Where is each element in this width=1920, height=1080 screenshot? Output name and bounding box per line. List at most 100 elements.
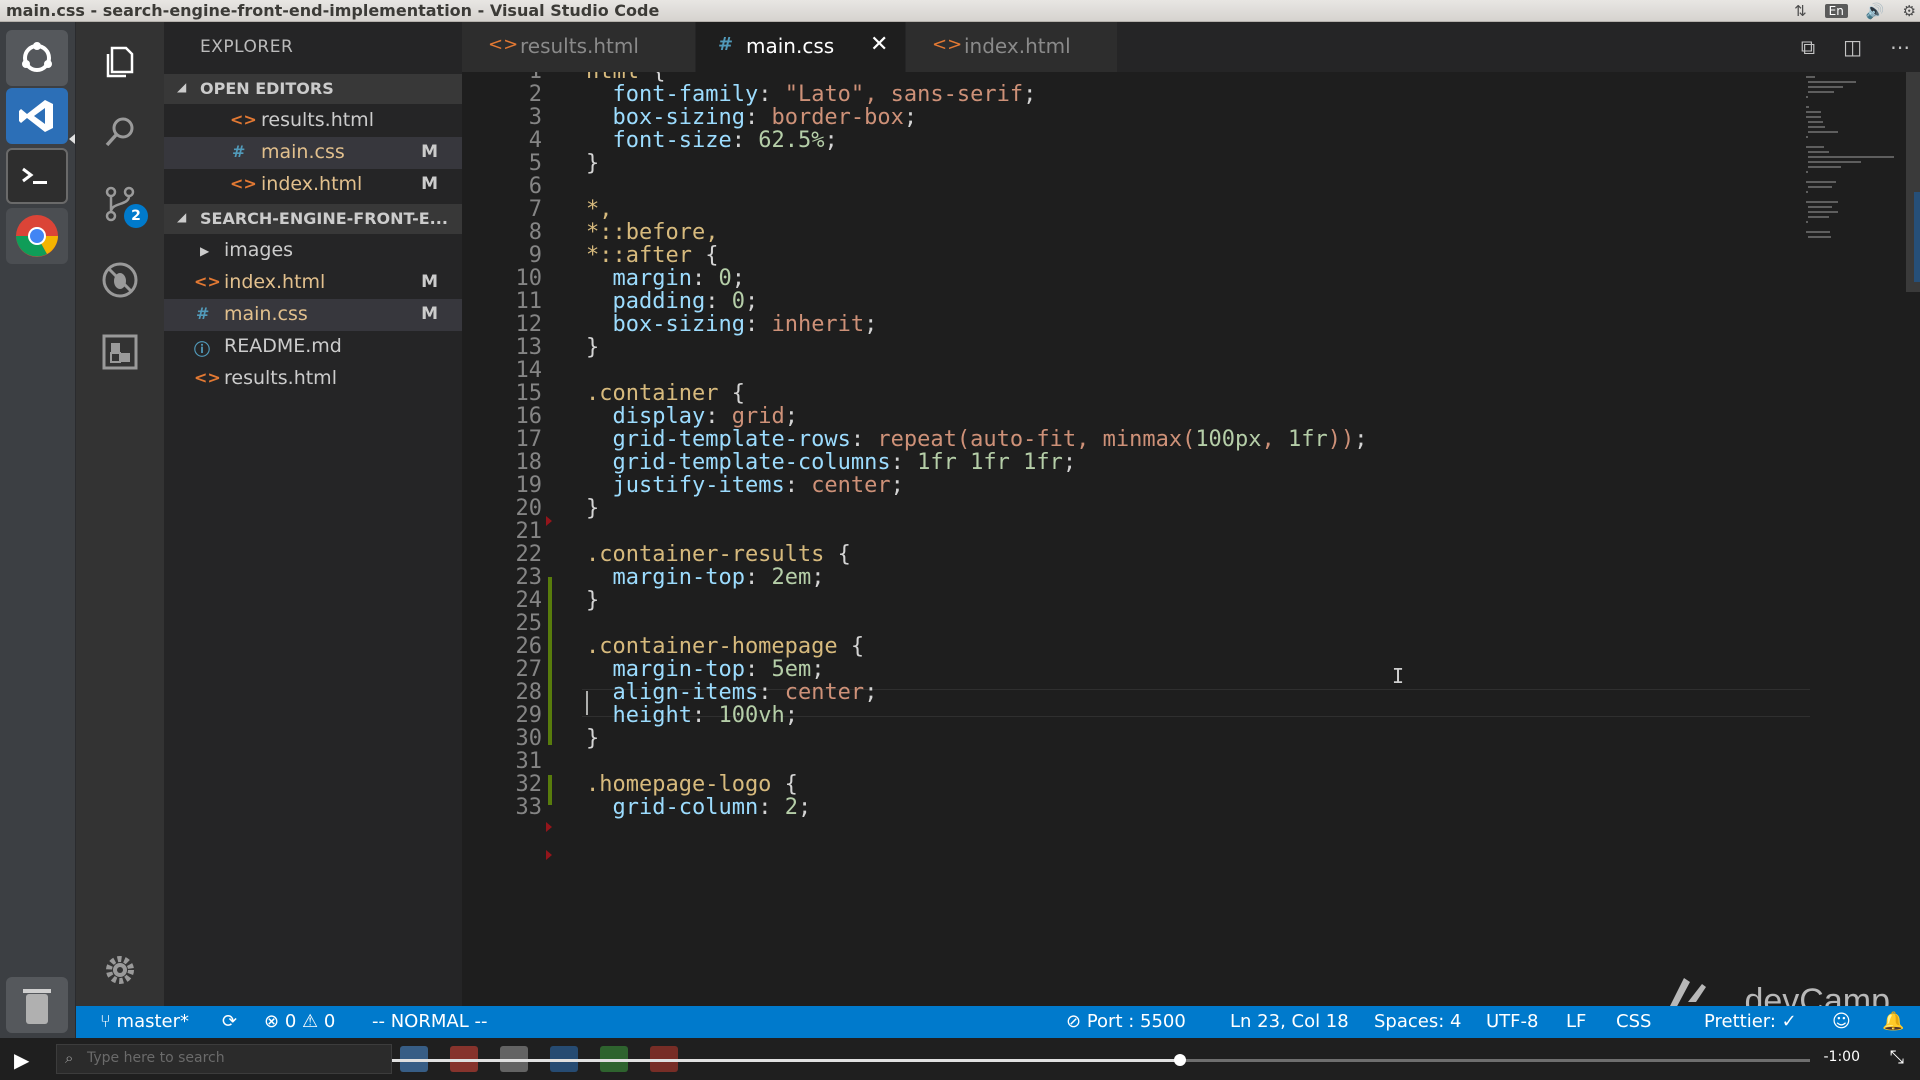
scroll-position-indicator bbox=[1914, 192, 1920, 282]
indentation[interactable]: Spaces: 4 bbox=[1374, 1011, 1461, 1032]
git-branch[interactable]: ⑂ master* bbox=[100, 1011, 189, 1032]
code-text: grid-column: 2; bbox=[612, 795, 812, 820]
minimap-line bbox=[1806, 146, 1824, 148]
minimap-line bbox=[1806, 111, 1821, 113]
html-file-icon: <> bbox=[194, 368, 221, 387]
keyboard-language-indicator[interactable]: En bbox=[1824, 4, 1848, 18]
modified-indicator: M bbox=[421, 272, 438, 292]
open-preview-icon[interactable]: ⧉ bbox=[1801, 35, 1815, 59]
minimap[interactable] bbox=[1806, 72, 1898, 302]
code-editor[interactable]: 1html {2 font-family: "Lato", sans-serif… bbox=[462, 72, 1920, 1006]
progress-handle[interactable] bbox=[1174, 1054, 1187, 1066]
git-added-gutter bbox=[548, 577, 552, 745]
volume-icon[interactable]: 🔊 bbox=[1866, 2, 1885, 20]
extensions-icon[interactable] bbox=[76, 322, 164, 382]
git-deleted-marker bbox=[546, 850, 552, 860]
trash-icon[interactable] bbox=[6, 977, 68, 1033]
cursor-position[interactable]: Ln 23, Col 18 bbox=[1230, 1011, 1349, 1032]
problems-indicator[interactable]: ⊗ 0 ⚠ 0 bbox=[264, 1011, 335, 1032]
minimap-line bbox=[1806, 76, 1815, 78]
expand-triangle-icon: ▶ bbox=[200, 244, 210, 258]
split-editor-icon[interactable]: ◫ bbox=[1843, 35, 1862, 59]
file-item[interactable]: <> results.html bbox=[164, 363, 462, 395]
branch-icon: ⑂ bbox=[100, 1011, 117, 1032]
tab-main-css[interactable]: # main.css ✕ bbox=[696, 22, 906, 72]
minimap-line bbox=[1808, 161, 1861, 163]
minimap-line bbox=[1806, 136, 1808, 138]
minimap-line bbox=[1808, 131, 1839, 133]
network-icon[interactable]: ⇅ bbox=[1794, 2, 1807, 20]
open-editors-header[interactable]: ◢ OPEN EDITORS bbox=[164, 74, 462, 104]
minimap-line bbox=[1806, 181, 1836, 183]
notifications-bell-icon[interactable]: 🔔 bbox=[1882, 1011, 1904, 1032]
search-icon[interactable] bbox=[76, 102, 164, 162]
sync-icon[interactable]: ⟳ bbox=[222, 1011, 237, 1032]
code-text: } bbox=[586, 588, 600, 613]
explorer-title: EXPLORER bbox=[200, 37, 294, 57]
file-item[interactable]: ⓘ README.md bbox=[164, 331, 462, 363]
time-remaining: -1:00 bbox=[1823, 1049, 1861, 1065]
html-file-icon: <> bbox=[932, 34, 963, 55]
minimap-line bbox=[1808, 186, 1833, 188]
minimap-line bbox=[1808, 91, 1834, 93]
line-ending[interactable]: LF bbox=[1566, 1011, 1586, 1032]
status-bar: ⑂ master* ⟳ ⊗ 0 ⚠ 0 -- NORMAL -- ⊘ Port … bbox=[76, 1006, 1920, 1038]
progress-fill bbox=[392, 1059, 1181, 1062]
window-title: main.css - search-engine-front-end-imple… bbox=[6, 1, 660, 20]
debug-icon[interactable] bbox=[76, 250, 164, 310]
minimap-line bbox=[1806, 116, 1821, 118]
prettier-status[interactable]: Prettier: ✓ bbox=[1704, 1011, 1797, 1032]
error-icon: ⊗ bbox=[264, 1011, 285, 1032]
code-text: margin-top: 2em; bbox=[612, 565, 825, 590]
vscode-app-icon[interactable] bbox=[6, 88, 68, 144]
manage-gear-icon[interactable] bbox=[76, 940, 164, 1000]
language-mode[interactable]: CSS bbox=[1616, 1011, 1651, 1032]
open-editor-item[interactable]: <> results.html bbox=[164, 105, 462, 137]
modified-indicator: M bbox=[421, 174, 438, 194]
explorer-icon[interactable] bbox=[76, 32, 164, 92]
tab-index-html[interactable]: <> index.html bbox=[906, 22, 1118, 72]
encoding[interactable]: UTF-8 bbox=[1486, 1011, 1538, 1032]
devcamp-logo-icon bbox=[1670, 978, 1707, 1006]
code-text: } bbox=[586, 726, 600, 751]
line-number: 33 bbox=[515, 795, 543, 820]
editor-actions: ⧉ ◫ ⋯ bbox=[1801, 22, 1920, 72]
terminal-app-icon[interactable] bbox=[6, 148, 68, 204]
fullscreen-exit-icon[interactable]: ⤡ bbox=[1890, 1047, 1904, 1068]
modified-indicator: M bbox=[421, 304, 438, 324]
more-actions-icon[interactable]: ⋯ bbox=[1890, 35, 1910, 59]
vertical-scrollbar[interactable] bbox=[1906, 72, 1920, 292]
source-control-icon[interactable]: 2 bbox=[76, 174, 164, 234]
close-icon[interactable]: ✕ bbox=[870, 32, 888, 57]
html-file-icon: <> bbox=[194, 272, 221, 291]
taskbar-search-input[interactable]: ⌕ Type here to search bbox=[56, 1044, 392, 1074]
folder-item-images[interactable]: ▶ images bbox=[164, 235, 462, 267]
text-caret bbox=[586, 691, 588, 715]
window-titlebar: main.css - search-engine-front-end-imple… bbox=[0, 0, 1920, 22]
minimap-line bbox=[1806, 171, 1808, 173]
file-item[interactable]: <> index.html M bbox=[164, 267, 462, 299]
code-text: } bbox=[586, 335, 600, 360]
minimap-line bbox=[1806, 201, 1838, 203]
editor-tab-bar: <> results.html # main.css ✕ <> index.ht… bbox=[462, 22, 1920, 72]
open-editor-item[interactable]: <> index.html M bbox=[164, 169, 462, 201]
collapse-triangle-icon: ◢ bbox=[177, 80, 187, 94]
code-text: height: 100vh; bbox=[612, 703, 798, 728]
system-tray: ⇅ En 🔊 ⚙ bbox=[1794, 0, 1916, 22]
settings-gear-icon[interactable]: ⚙ bbox=[1903, 2, 1916, 20]
feedback-smiley-icon[interactable]: ☺ bbox=[1832, 1011, 1851, 1032]
project-folder-header[interactable]: ◢ SEARCH-ENGINE-FRONT-E... bbox=[164, 204, 462, 234]
scm-changes-badge: 2 bbox=[124, 204, 148, 228]
git-added-gutter bbox=[548, 775, 552, 805]
collapse-triangle-icon: ◢ bbox=[177, 210, 187, 224]
tab-results-html[interactable]: <> results.html bbox=[462, 22, 696, 72]
live-server-port[interactable]: ⊘ Port : 5500 bbox=[1066, 1011, 1186, 1032]
css-file-icon: # bbox=[196, 304, 210, 323]
open-editor-item[interactable]: # main.css M bbox=[164, 137, 462, 169]
ubuntu-dash-icon[interactable] bbox=[6, 30, 68, 86]
file-item[interactable]: # main.css M bbox=[164, 299, 462, 331]
play-icon[interactable]: ▶ bbox=[14, 1048, 29, 1072]
code-text: justify-items: center; bbox=[612, 473, 904, 498]
video-progress-bar[interactable] bbox=[392, 1054, 1810, 1066]
chrome-app-icon[interactable] bbox=[6, 208, 68, 264]
